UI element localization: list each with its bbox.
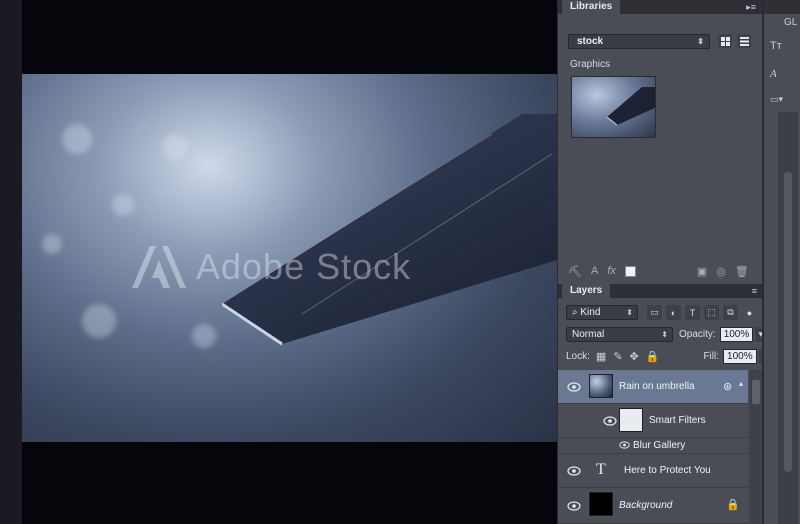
dropdown-arrows-icon: ⬍ bbox=[697, 37, 704, 46]
document-canvas-area[interactable]: Adobe Stock bbox=[0, 0, 557, 524]
dropdown-arrows-icon: ⬍ bbox=[626, 308, 633, 317]
tab-layers[interactable]: Layers bbox=[562, 284, 611, 298]
libraries-footer-toolbar: ⛏ A fx ▣ ◎ 🗑 bbox=[558, 260, 763, 282]
list-view-button[interactable] bbox=[737, 34, 751, 48]
canvas-left-gutter bbox=[0, 0, 22, 524]
layer-name[interactable]: Rain on umbrella bbox=[619, 381, 695, 392]
smart-object-thumbnail bbox=[589, 374, 613, 398]
grid-view-icon bbox=[720, 36, 730, 46]
filter-toggle-icon[interactable]: ● bbox=[742, 305, 757, 320]
blend-mode-select[interactable]: Normal ⬍ bbox=[566, 327, 673, 342]
strip-dropdown-icon[interactable]: ▭▾ bbox=[770, 94, 783, 105]
italic-a-icon[interactable]: A bbox=[770, 68, 777, 80]
filter-name[interactable]: Blur Gallery bbox=[633, 440, 685, 451]
lock-image-pixels-icon[interactable]: ✎ bbox=[613, 350, 622, 363]
grid-view-button[interactable] bbox=[718, 34, 732, 48]
opacity-field[interactable]: 100% bbox=[719, 327, 754, 342]
layers-panel: Layers ≡ ⌕ Kind ⬍ ▭ ◐ T ⬚ ⧉ ● Normal ⬍ O… bbox=[558, 284, 770, 524]
layer-list: Rain on umbrella ⊛ ▴ Smart Filters Blur … bbox=[558, 370, 763, 524]
panel-column: Libraries ▸≡ stock ⬍ Graphics ⛏ A fx ▣ ◎… bbox=[557, 0, 770, 524]
adobe-stock-watermark: Adobe Stock bbox=[130, 242, 411, 292]
opacity-label: Opacity: bbox=[679, 329, 716, 340]
background-thumbnail bbox=[589, 492, 613, 516]
glyph-tab-label[interactable]: GL bbox=[784, 17, 797, 28]
layer-name[interactable]: Here to Protect You bbox=[624, 465, 711, 476]
add-layer-style-icon[interactable]: fx bbox=[607, 265, 616, 277]
creative-cloud-icon[interactable]: ◎ bbox=[716, 265, 726, 278]
lock-icon[interactable]: 🔒 bbox=[726, 498, 740, 511]
visibility-eye-icon[interactable] bbox=[567, 382, 581, 392]
layer-row-rain-on-umbrella[interactable]: Rain on umbrella ⊛ ▴ bbox=[558, 370, 748, 404]
strip-tab-bar bbox=[764, 0, 800, 14]
lock-transparent-pixels-icon[interactable]: ▦ bbox=[596, 350, 606, 363]
libraries-panel: stock ⬍ Graphics ⛏ A fx ▣ ◎ 🗑 bbox=[558, 14, 763, 284]
lock-fill-row: Lock: ▦ ✎ ✥ 🔒 Fill: 100% ▾ bbox=[566, 348, 770, 365]
bokeh-highlight bbox=[162, 134, 188, 160]
lock-all-icon[interactable]: 🔒 bbox=[646, 350, 660, 363]
umbrella-thumbnail-graphic bbox=[606, 87, 655, 126]
character-panel-strip: Tт GL A ▭▾ bbox=[762, 0, 800, 524]
scrollbar-thumb[interactable] bbox=[752, 380, 760, 404]
bokeh-highlight bbox=[62, 124, 92, 154]
layers-scrollbar[interactable] bbox=[749, 370, 763, 524]
blend-opacity-row: Normal ⬍ Opacity: 100% ▾ bbox=[566, 326, 767, 343]
lock-position-icon[interactable]: ✥ bbox=[630, 350, 639, 363]
panel-menu-icon[interactable]: ≡ bbox=[752, 286, 757, 296]
graphics-section-label: Graphics bbox=[570, 59, 611, 70]
stock-icon[interactable]: ▣ bbox=[697, 265, 707, 278]
smart-filters-mask-thumbnail bbox=[619, 408, 643, 432]
adobe-logo-icon bbox=[132, 246, 186, 288]
trash-icon[interactable]: 🗑 bbox=[735, 265, 749, 278]
character-tt-label[interactable]: Tт bbox=[770, 40, 782, 52]
filter-pixel-layers-icon[interactable]: ▭ bbox=[647, 305, 662, 320]
blend-mode-value: Normal bbox=[572, 329, 605, 340]
smart-filters-label[interactable]: Smart Filters bbox=[649, 415, 706, 426]
bokeh-highlight bbox=[42, 234, 62, 254]
bokeh-highlight bbox=[82, 304, 116, 338]
fill-label: Fill: bbox=[703, 351, 720, 362]
visibility-eye-icon[interactable] bbox=[567, 466, 581, 476]
layer-filter-row: ⌕ Kind ⬍ ▭ ◐ T ⬚ ⧉ ● bbox=[566, 304, 757, 321]
layer-row-smart-filters[interactable]: Smart Filters bbox=[558, 404, 748, 438]
collapse-effects-icon[interactable]: ▴ bbox=[739, 379, 743, 388]
bokeh-highlight bbox=[192, 324, 216, 348]
add-graphic-icon[interactable]: ⛏ bbox=[568, 265, 582, 278]
visibility-eye-icon[interactable] bbox=[567, 501, 581, 511]
filter-type-layers-icon[interactable]: T bbox=[685, 305, 700, 320]
list-view-icon bbox=[739, 36, 749, 46]
layer-name[interactable]: Background bbox=[619, 500, 672, 511]
library-select-value: stock bbox=[577, 36, 604, 47]
dropdown-arrows-icon: ⬍ bbox=[661, 330, 668, 339]
watermark-text: Adobe Stock bbox=[196, 246, 412, 287]
filter-shape-layers-icon[interactable]: ⬚ bbox=[704, 305, 719, 320]
layer-filter-kind-select[interactable]: ⌕ Kind ⬍ bbox=[566, 305, 638, 320]
add-color-swatch-icon[interactable] bbox=[624, 265, 636, 277]
filter-adjustment-layers-icon[interactable]: ◐ bbox=[666, 305, 681, 320]
scrollbar-thumb[interactable] bbox=[784, 172, 792, 472]
visibility-eye-icon[interactable] bbox=[603, 416, 617, 426]
filter-kind-value: Kind bbox=[580, 307, 601, 318]
layer-row-blur-gallery[interactable]: Blur Gallery bbox=[558, 438, 748, 454]
strip-scrollbar[interactable] bbox=[778, 112, 798, 524]
lock-label: Lock: bbox=[566, 351, 590, 362]
layer-row-background[interactable]: Background 🔒 bbox=[558, 488, 748, 524]
type-layer-icon: T bbox=[596, 461, 606, 478]
layers-tab-bar: Layers ≡ bbox=[558, 284, 763, 298]
smart-filter-indicator-icon[interactable]: ⊛ bbox=[723, 380, 732, 393]
search-icon: ⌕ bbox=[572, 307, 578, 318]
panel-menu-icon[interactable]: ▸≡ bbox=[746, 2, 756, 13]
fill-field[interactable]: 100% bbox=[723, 349, 757, 364]
layer-row-here-to-protect-you[interactable]: T Here to Protect You bbox=[558, 454, 748, 488]
visibility-eye-icon[interactable] bbox=[619, 441, 630, 449]
tab-libraries[interactable]: Libraries bbox=[562, 0, 621, 14]
libraries-tab-bar: Libraries ▸≡ bbox=[558, 0, 762, 14]
bokeh-highlight bbox=[112, 194, 134, 216]
library-graphic-thumbnail[interactable] bbox=[571, 76, 656, 138]
document-image[interactable]: Adobe Stock bbox=[22, 74, 557, 442]
add-character-style-icon[interactable]: A bbox=[591, 265, 598, 277]
filter-smart-objects-icon[interactable]: ⧉ bbox=[723, 305, 738, 320]
library-select[interactable]: stock ⬍ bbox=[568, 34, 710, 49]
